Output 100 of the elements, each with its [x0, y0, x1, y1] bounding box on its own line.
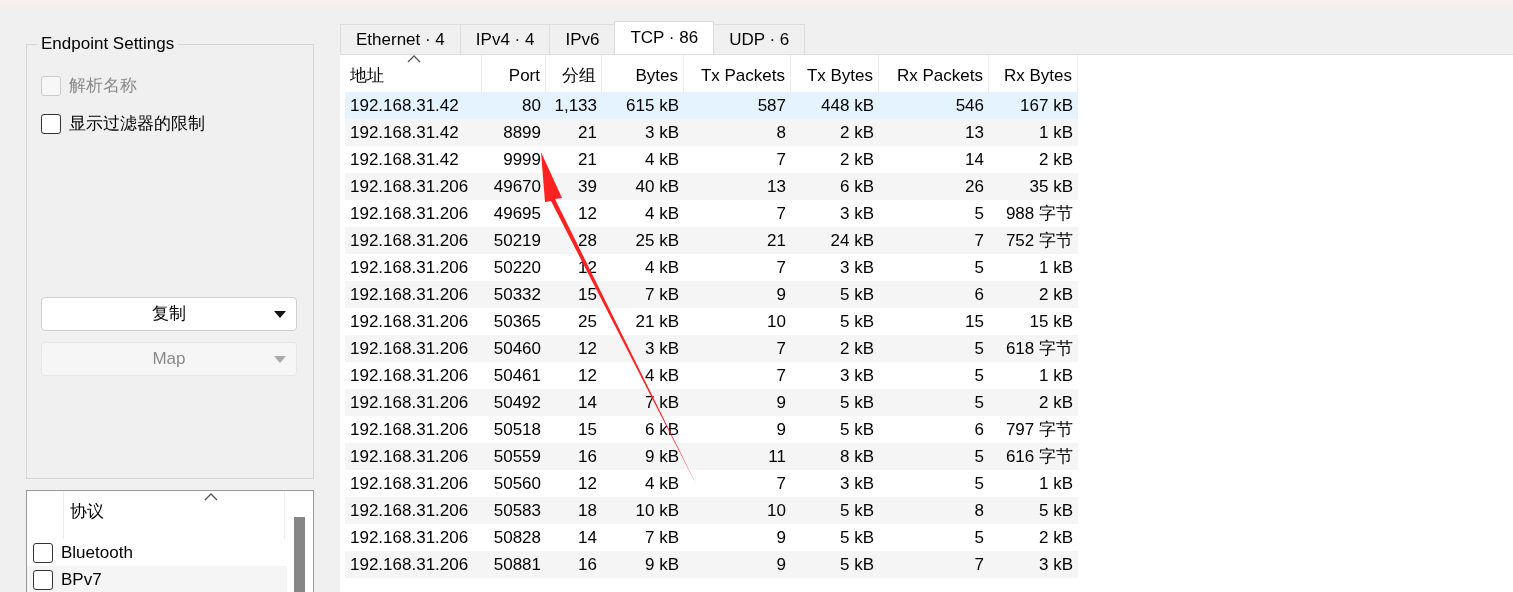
table-cell: 192.168.31.206 — [345, 443, 482, 470]
table-cell: 618 字节 — [989, 335, 1078, 362]
table-cell-text: 50461 — [492, 365, 542, 387]
table-cell: 13 — [879, 119, 989, 146]
table-cell-text: 2 kB — [1037, 527, 1074, 549]
table-cell: 2 kB — [791, 335, 879, 362]
table-cell-text: 5 kB — [838, 527, 875, 549]
table-cell: 11 — [684, 443, 791, 470]
tab[interactable]: UDP · 6 — [713, 24, 806, 54]
table-cell-text: 1 kB — [1037, 473, 1074, 495]
table-cell: 7 kB — [602, 281, 684, 308]
table-cell-text: 192.168.31.206 — [349, 365, 470, 387]
table-cell-text: 21 kB — [634, 311, 680, 333]
table-cell: 7 — [879, 551, 989, 578]
table-cell-text: 6 kB — [643, 419, 680, 441]
table-cell-text: 4 kB — [643, 257, 680, 279]
table-cell: 6 kB — [791, 173, 879, 200]
table-cell: 15 — [546, 281, 602, 308]
table-cell: 5 — [879, 389, 989, 416]
table-cell-text: 21 — [577, 149, 598, 171]
table-cell: 10 kB — [602, 497, 684, 524]
table-cell: 35 kB — [989, 173, 1078, 200]
table-cell: 192.168.31.42 — [345, 92, 482, 119]
table-cell-text: 2 kB — [1037, 149, 1074, 171]
table-cell: 192.168.31.206 — [345, 335, 482, 362]
table-cell-text: 797 字节 — [1004, 419, 1074, 441]
table-cell: 1,133 — [546, 92, 602, 119]
table-cell-text: 5 — [973, 203, 985, 225]
table-cell: 752 字节 — [989, 227, 1078, 254]
table-cell: 13 — [684, 173, 791, 200]
table-cell-text: 15 kB — [1028, 311, 1074, 333]
tab[interactable]: TCP · 86 — [614, 21, 715, 54]
table-cell: 5 kB — [791, 389, 879, 416]
table-cell: 12 — [546, 335, 602, 362]
table-cell: 5 kB — [791, 281, 879, 308]
table-cell-text: 3 kB — [838, 365, 875, 387]
table-cell: 28 — [546, 227, 602, 254]
table-cell: 546 — [879, 92, 989, 119]
table-cell-text: 14 — [577, 527, 598, 549]
table-cell: 16 — [546, 551, 602, 578]
table-cell: 9 — [684, 281, 791, 308]
table-cell: 14 — [546, 389, 602, 416]
column-header[interactable]: 协议 — [63, 491, 285, 539]
table-cell: 50460 — [482, 335, 546, 362]
table-cell: 615 kB — [602, 92, 684, 119]
table-cell: 18 — [546, 497, 602, 524]
tab[interactable]: Ethernet · 4 — [340, 24, 461, 54]
table-cell-text: 3 kB — [838, 257, 875, 279]
scrollbar-thumb[interactable] — [294, 517, 305, 592]
table-cell: 8 — [684, 119, 791, 146]
table-cell: 9 — [684, 551, 791, 578]
table-cell: 50492 — [482, 389, 546, 416]
table-cell-text: 7 — [775, 365, 787, 387]
checkbox[interactable] — [33, 569, 53, 590]
table-cell: 24 kB — [791, 227, 879, 254]
table-cell: 40 kB — [602, 173, 684, 200]
table-cell: 167 kB — [989, 92, 1078, 119]
table-cell: 2 kB — [989, 281, 1078, 308]
table-cell: 192.168.31.206 — [345, 551, 482, 578]
table-cell-text: 5 kB — [838, 419, 875, 441]
table-cell: 192.168.31.206 — [345, 281, 482, 308]
table-cell: 587 — [684, 92, 791, 119]
table-cell-text: 5 — [973, 527, 985, 549]
table-cell: 192.168.31.42 — [345, 119, 482, 146]
table-cell-text: 7 — [775, 203, 787, 225]
table-cell: 5 — [879, 443, 989, 470]
table-cell: 5 kB — [791, 551, 879, 578]
table-cell-text: 12 — [577, 473, 598, 495]
table-cell-text: 1 kB — [1037, 257, 1074, 279]
dropdown-button[interactable]: 复制 — [41, 297, 297, 331]
table-cell-text: 9999 — [502, 149, 542, 171]
table-cell: 6 — [879, 281, 989, 308]
table-cell: 2 kB — [791, 119, 879, 146]
table-cell: 50881 — [482, 551, 546, 578]
table-cell-text: 50560 — [492, 473, 542, 495]
protocol-name: BPv7 — [61, 568, 102, 591]
table-cell: 192.168.31.206 — [345, 227, 482, 254]
table-cell: 8 kB — [791, 443, 879, 470]
table-cell: 3 kB — [602, 119, 684, 146]
table-cell-text: 14 — [964, 149, 985, 171]
table-cell: 448 kB — [791, 92, 879, 119]
table-cell: 7 — [684, 335, 791, 362]
table-cell-text: 12 — [577, 203, 598, 225]
table-cell: 10 — [684, 497, 791, 524]
checkbox[interactable] — [33, 542, 53, 563]
table-cell: 7 — [879, 227, 989, 254]
table-cell-text: 192.168.31.206 — [349, 527, 470, 549]
table-cell-text: 7 — [775, 257, 787, 279]
table-cell-text: 15 — [964, 311, 985, 333]
table-cell: 21 — [546, 119, 602, 146]
table-cell: 5 — [879, 335, 989, 362]
table-cell-text: 192.168.31.42 — [349, 149, 460, 171]
table-cell-text: 50518 — [492, 419, 542, 441]
table-cell: 192.168.31.206 — [345, 389, 482, 416]
table-cell: 50559 — [482, 443, 546, 470]
table-cell-text: 4 kB — [643, 365, 680, 387]
checkbox[interactable] — [41, 114, 61, 134]
table-cell: 3 kB — [989, 551, 1078, 578]
table-cell: 26 — [879, 173, 989, 200]
table-cell-text: 25 — [577, 311, 598, 333]
